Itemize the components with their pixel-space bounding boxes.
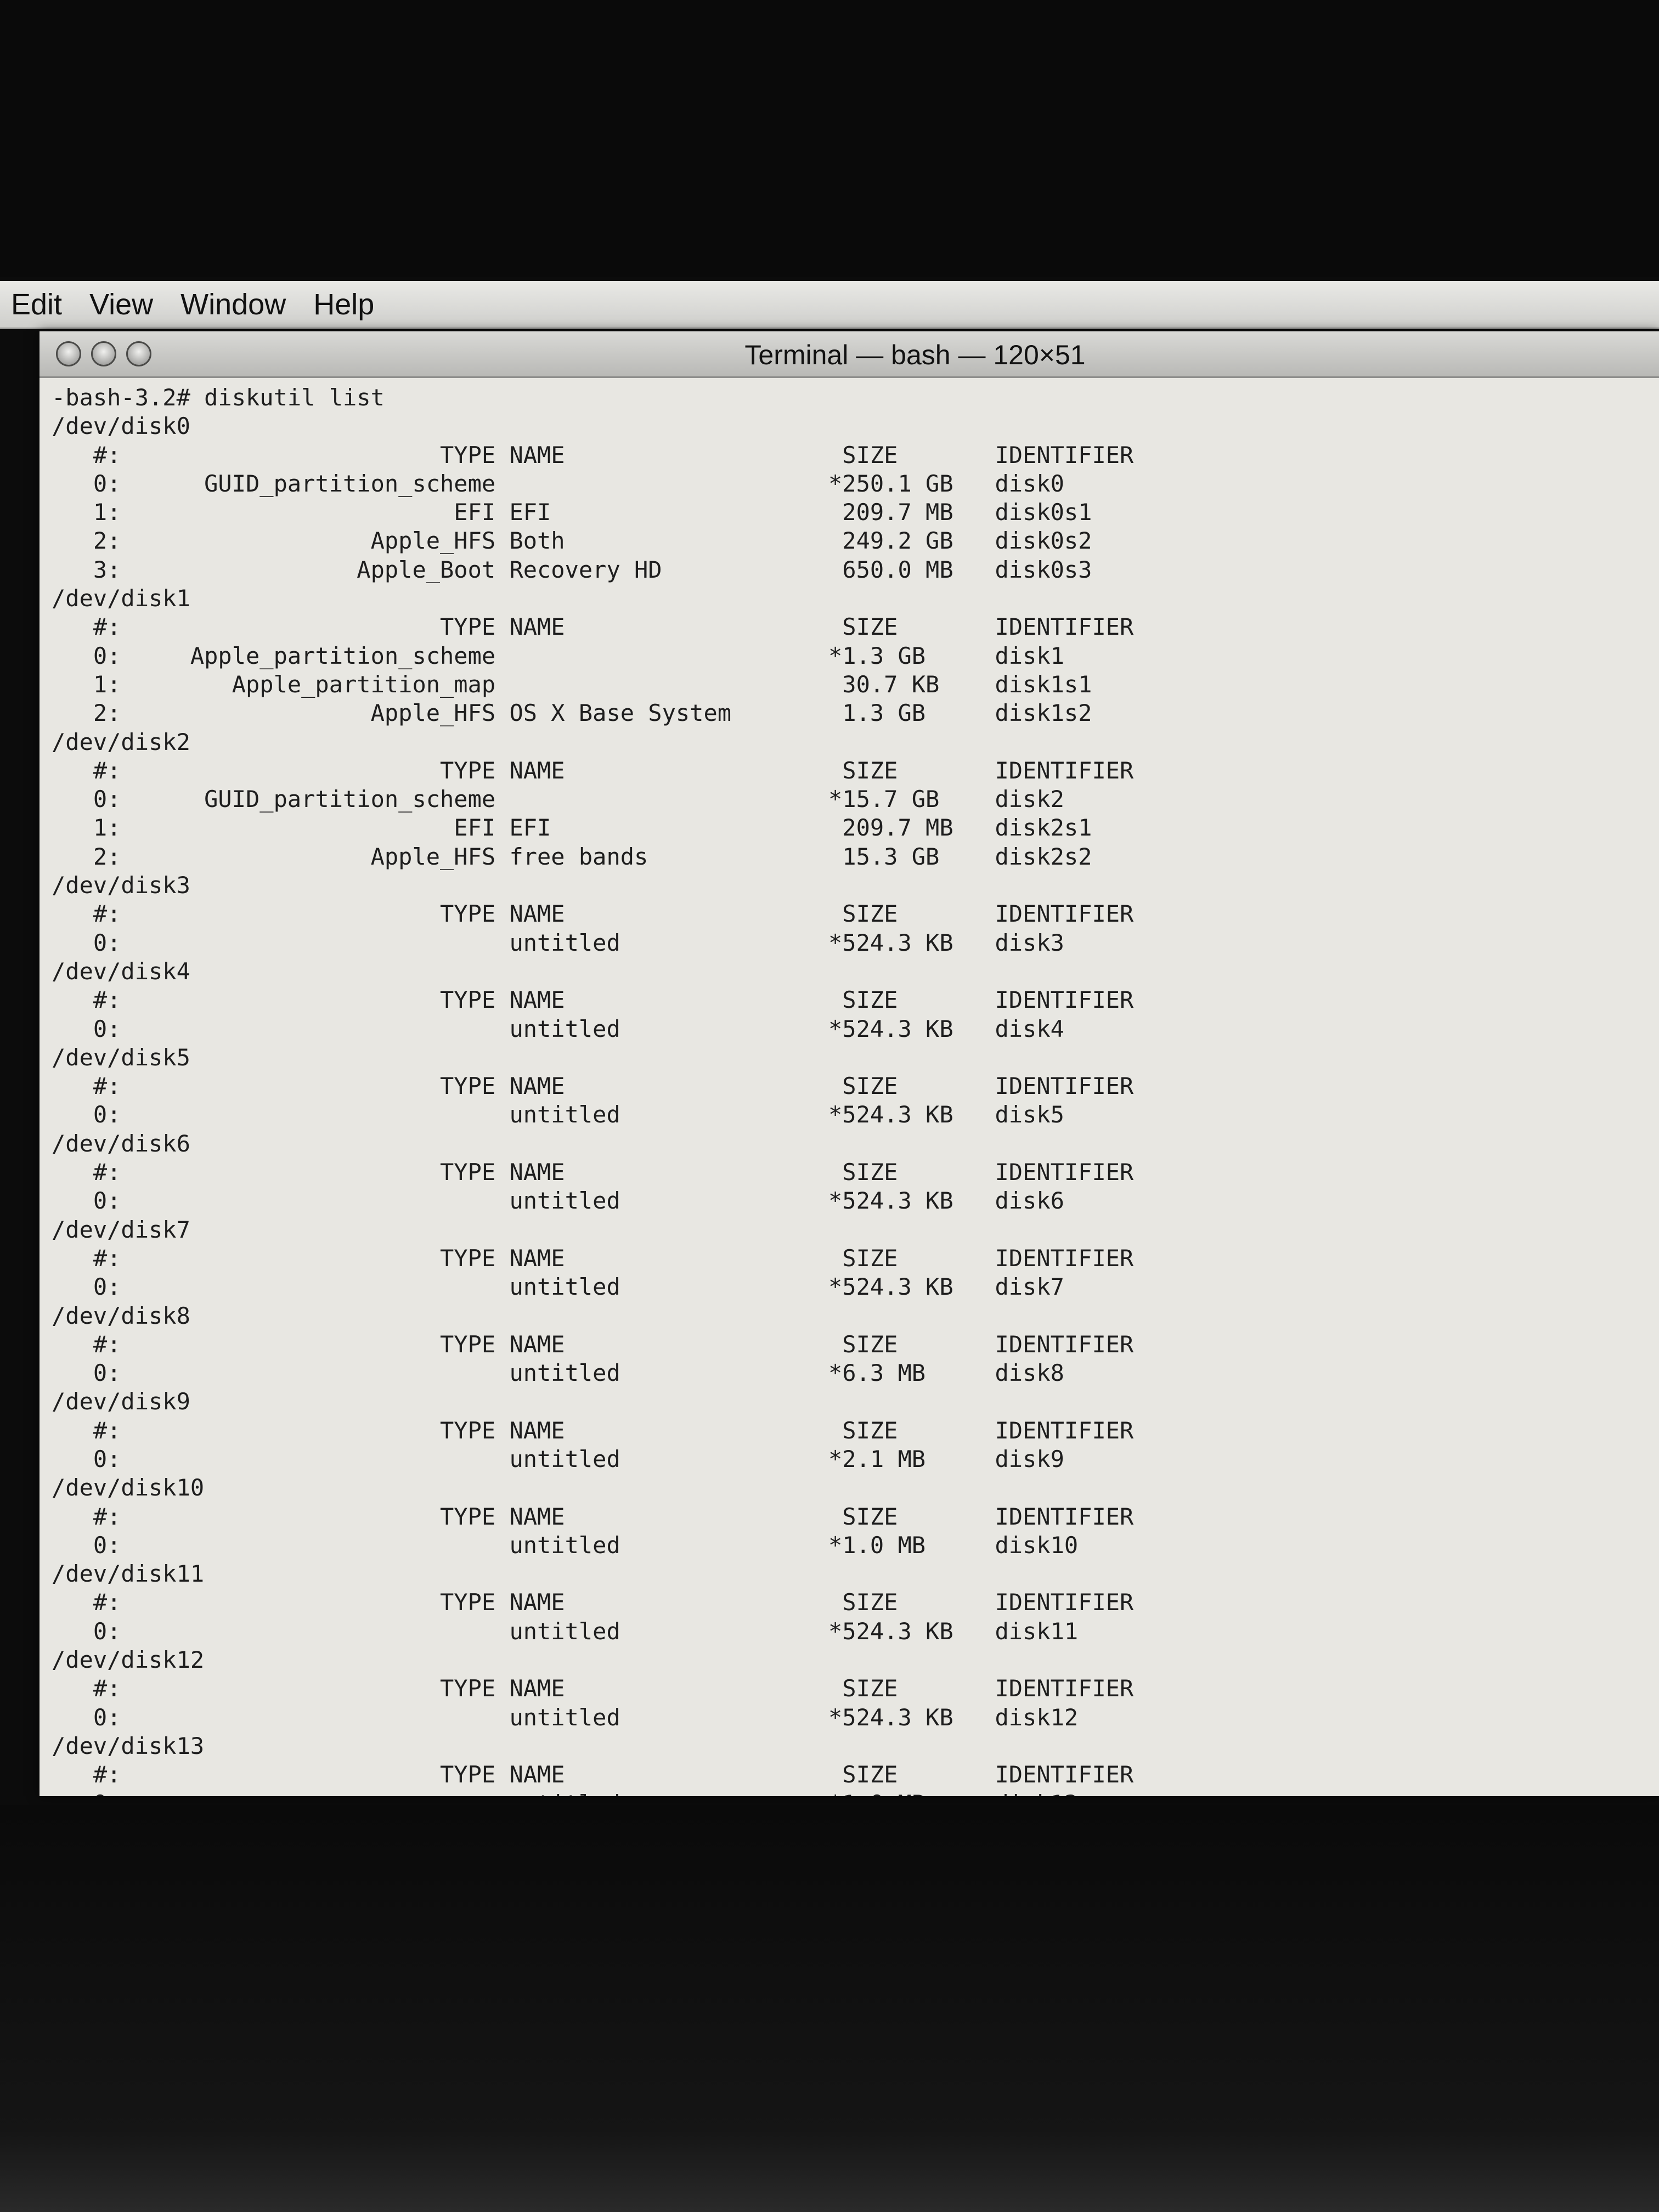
terminal-line: #: TYPE NAME SIZE IDENTIFIER — [52, 1589, 1134, 1616]
terminal-line: #: TYPE NAME SIZE IDENTIFIER — [52, 1417, 1134, 1444]
terminal-line: /dev/disk7 — [52, 1216, 190, 1243]
terminal-line: #: TYPE NAME SIZE IDENTIFIER — [52, 1159, 1134, 1186]
terminal-line: 3: Apple_Boot Recovery HD 650.0 MB disk0… — [52, 556, 1092, 583]
terminal-line: #: TYPE NAME SIZE IDENTIFIER — [52, 613, 1134, 641]
terminal-line: /dev/disk6 — [52, 1130, 190, 1157]
terminal-line: /dev/disk2 — [52, 728, 190, 755]
terminal-line: 2: Apple_HFS free bands 15.3 GB disk2s2 — [52, 843, 1092, 870]
terminal-line: 1: EFI EFI 209.7 MB disk0s1 — [52, 499, 1092, 526]
terminal-line: 1: EFI EFI 209.7 MB disk2s1 — [52, 814, 1092, 842]
terminal-line: 0: untitled *6.3 MB disk8 — [52, 1359, 1064, 1387]
terminal-line: 0: Apple_partition_scheme *1.3 GB disk1 — [52, 642, 1064, 669]
screen-bezel-top — [0, 0, 1659, 277]
terminal-line: #: TYPE NAME SIZE IDENTIFIER — [52, 757, 1134, 784]
terminal-line: 0: untitled *524.3 KB disk11 — [52, 1617, 1079, 1645]
terminal-line: /dev/disk1 — [52, 585, 190, 612]
terminal-line: #: TYPE NAME SIZE IDENTIFIER — [52, 1244, 1134, 1272]
terminal-line: #: TYPE NAME SIZE IDENTIFIER — [52, 900, 1134, 928]
menu-bar: Edit View Window Help — [0, 281, 1659, 329]
terminal-line: 1: Apple_partition_map 30.7 KB disk1s1 — [52, 670, 1092, 698]
window-titlebar[interactable]: Terminal — bash — 120×51 — [40, 331, 1659, 378]
terminal-line: 0: untitled *524.3 KB disk6 — [52, 1187, 1064, 1215]
terminal-line: /dev/disk3 — [52, 872, 190, 899]
terminal-line: 0: untitled *524.3 KB disk5 — [52, 1101, 1064, 1128]
terminal-line: 0: untitled *524.3 KB disk3 — [52, 929, 1064, 956]
terminal-line: /dev/disk13 — [52, 1732, 205, 1759]
terminal-line: /dev/disk5 — [52, 1043, 190, 1071]
terminal-output[interactable]: -bash-3.2# diskutil list/dev/disk0 #: TY… — [40, 378, 1659, 1796]
terminal-line: /dev/disk11 — [52, 1560, 205, 1588]
terminal-line: -bash-3.2# diskutil list — [52, 384, 385, 411]
menu-view[interactable]: View — [78, 287, 170, 321]
terminal-window: Terminal — bash — 120×51 -bash-3.2# disk… — [40, 331, 1659, 1796]
terminal-line: 0: untitled *1.0 MB disk13 — [52, 1790, 1659, 1796]
terminal-line: /dev/disk12 — [52, 1646, 205, 1674]
terminal-line: /dev/disk8 — [52, 1302, 190, 1329]
terminal-line: 0: untitled *524.3 KB disk4 — [52, 1015, 1064, 1042]
terminal-line: #: TYPE NAME SIZE IDENTIFIER — [52, 1503, 1134, 1530]
terminal-line: #: TYPE NAME SIZE IDENTIFIER — [52, 986, 1134, 1014]
terminal-line: #: TYPE NAME SIZE IDENTIFIER — [52, 1761, 1134, 1788]
menu-edit[interactable]: Edit — [0, 287, 78, 321]
terminal-line: 0: GUID_partition_scheme *250.1 GB disk0 — [52, 470, 1064, 497]
terminal-line: #: TYPE NAME SIZE IDENTIFIER — [52, 1330, 1134, 1358]
terminal-line: 0: untitled *1.0 MB disk10 — [52, 1531, 1079, 1559]
terminal-line: /dev/disk10 — [52, 1474, 205, 1502]
terminal-line: 2: Apple_HFS Both 249.2 GB disk0s2 — [52, 527, 1092, 555]
terminal-line: /dev/disk9 — [52, 1388, 190, 1415]
terminal-line: /dev/disk0 — [52, 413, 190, 440]
terminal-line: #: TYPE NAME SIZE IDENTIFIER — [52, 441, 1134, 469]
terminal-line: /dev/disk4 — [52, 957, 190, 985]
terminal-line: #: TYPE NAME SIZE IDENTIFIER — [52, 1073, 1134, 1100]
terminal-line: 0: untitled *2.1 MB disk9 — [52, 1445, 1064, 1472]
terminal-line: 0: GUID_partition_scheme *15.7 GB disk2 — [52, 786, 1064, 813]
window-title: Terminal — bash — 120×51 — [744, 340, 1086, 370]
menu-window[interactable]: Window — [170, 287, 302, 321]
terminal-line: 2: Apple_HFS OS X Base System 1.3 GB dis… — [52, 699, 1092, 727]
screen-bezel-bottom — [0, 1805, 1659, 2212]
terminal-line: 0: untitled *524.3 KB disk12 — [52, 1703, 1079, 1731]
menu-help[interactable]: Help — [302, 287, 391, 321]
terminal-line: #: TYPE NAME SIZE IDENTIFIER — [52, 1675, 1134, 1702]
terminal-line: 0: untitled *524.3 KB disk7 — [52, 1273, 1064, 1301]
